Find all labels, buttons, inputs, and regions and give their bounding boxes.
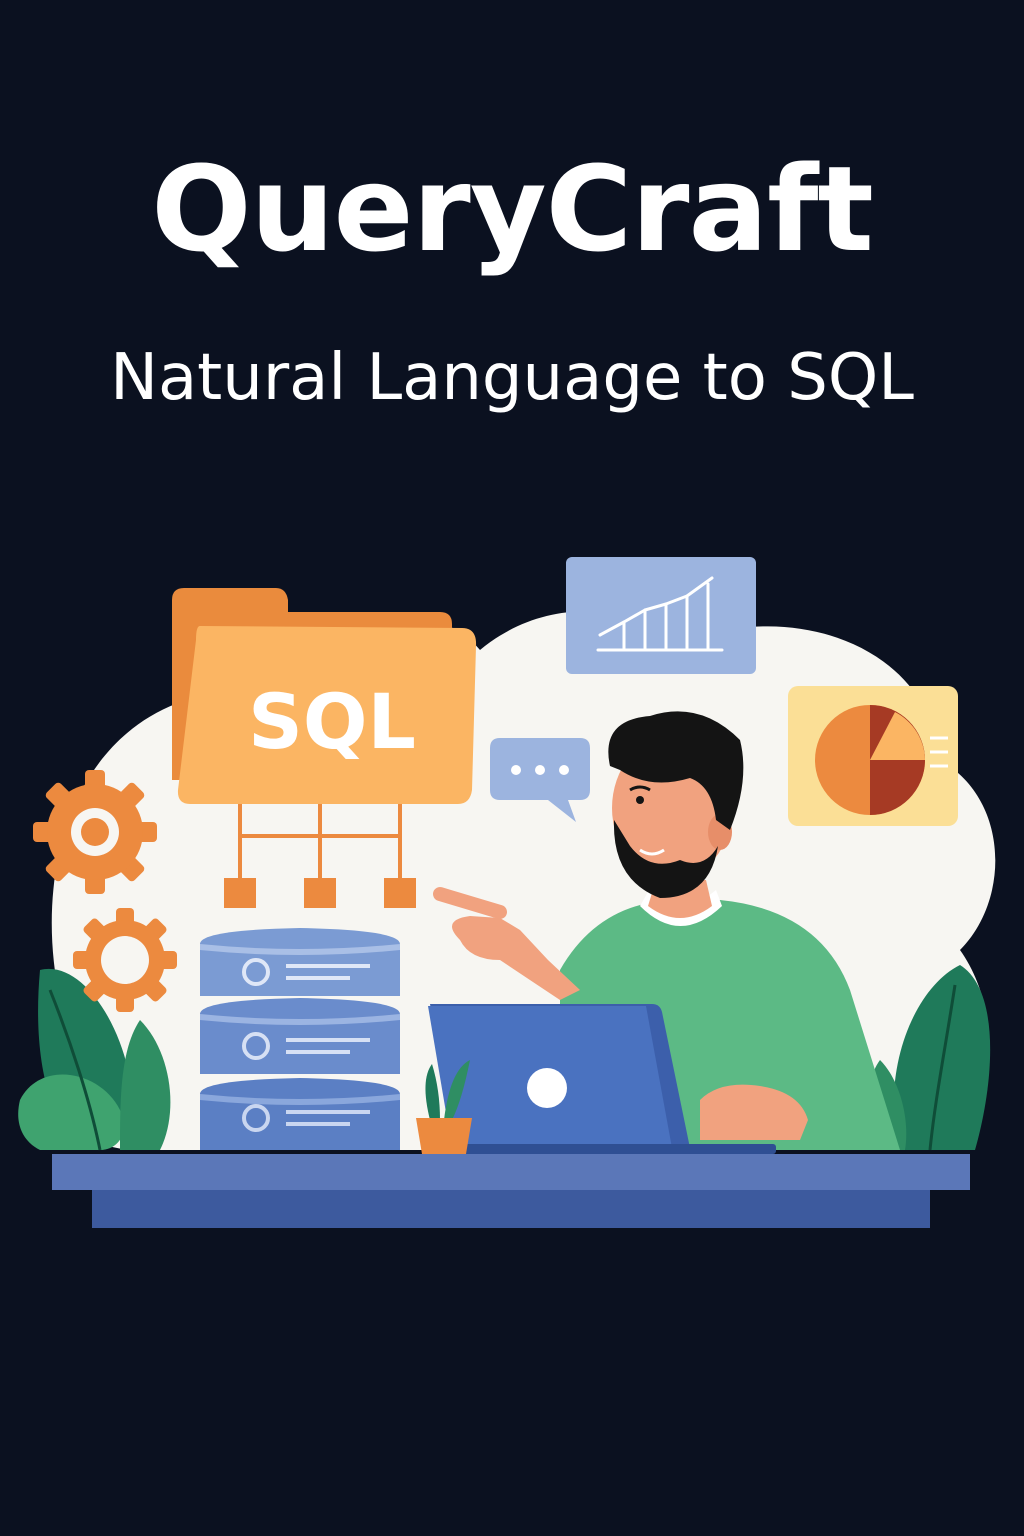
hero-illustration: SQL: [18, 557, 996, 1228]
bar-chart-icon: [566, 557, 756, 674]
desk: [52, 1154, 970, 1228]
tree-nodes: [224, 878, 416, 908]
folder-label: SQL: [248, 677, 416, 766]
gear-icon: [33, 770, 157, 894]
database-server-icon: [200, 928, 400, 1150]
pie-chart-icon: [788, 686, 958, 826]
gear-icon: [73, 908, 177, 1012]
sql-folder-icon: SQL: [172, 588, 477, 804]
